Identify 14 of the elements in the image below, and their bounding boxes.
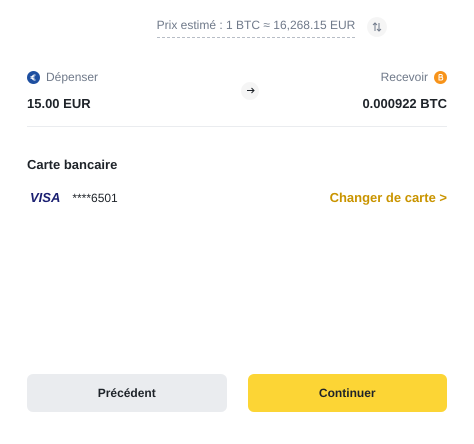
bitcoin-coin-icon — [434, 70, 447, 84]
arrow-right-icon — [241, 82, 260, 100]
receive-amount: 0.000922 BTC — [362, 95, 447, 113]
card-number: ****6501 — [72, 190, 118, 207]
continue-button[interactable]: Continuer — [248, 374, 447, 412]
price-estimate: Prix estimé : 1 BTC ≈ 16,268.15 EUR — [156, 16, 356, 38]
spend-label: Dépenser — [46, 69, 98, 86]
euro-coin-icon — [27, 70, 40, 84]
previous-button[interactable]: Précédent — [27, 374, 226, 412]
receive-label: Recevoir — [380, 69, 428, 86]
visa-logo: VISA — [30, 189, 60, 207]
section-heading: Carte bancaire — [27, 156, 118, 174]
spend-amount: 15.00 EUR — [27, 95, 92, 113]
swap-icon[interactable] — [367, 17, 388, 37]
